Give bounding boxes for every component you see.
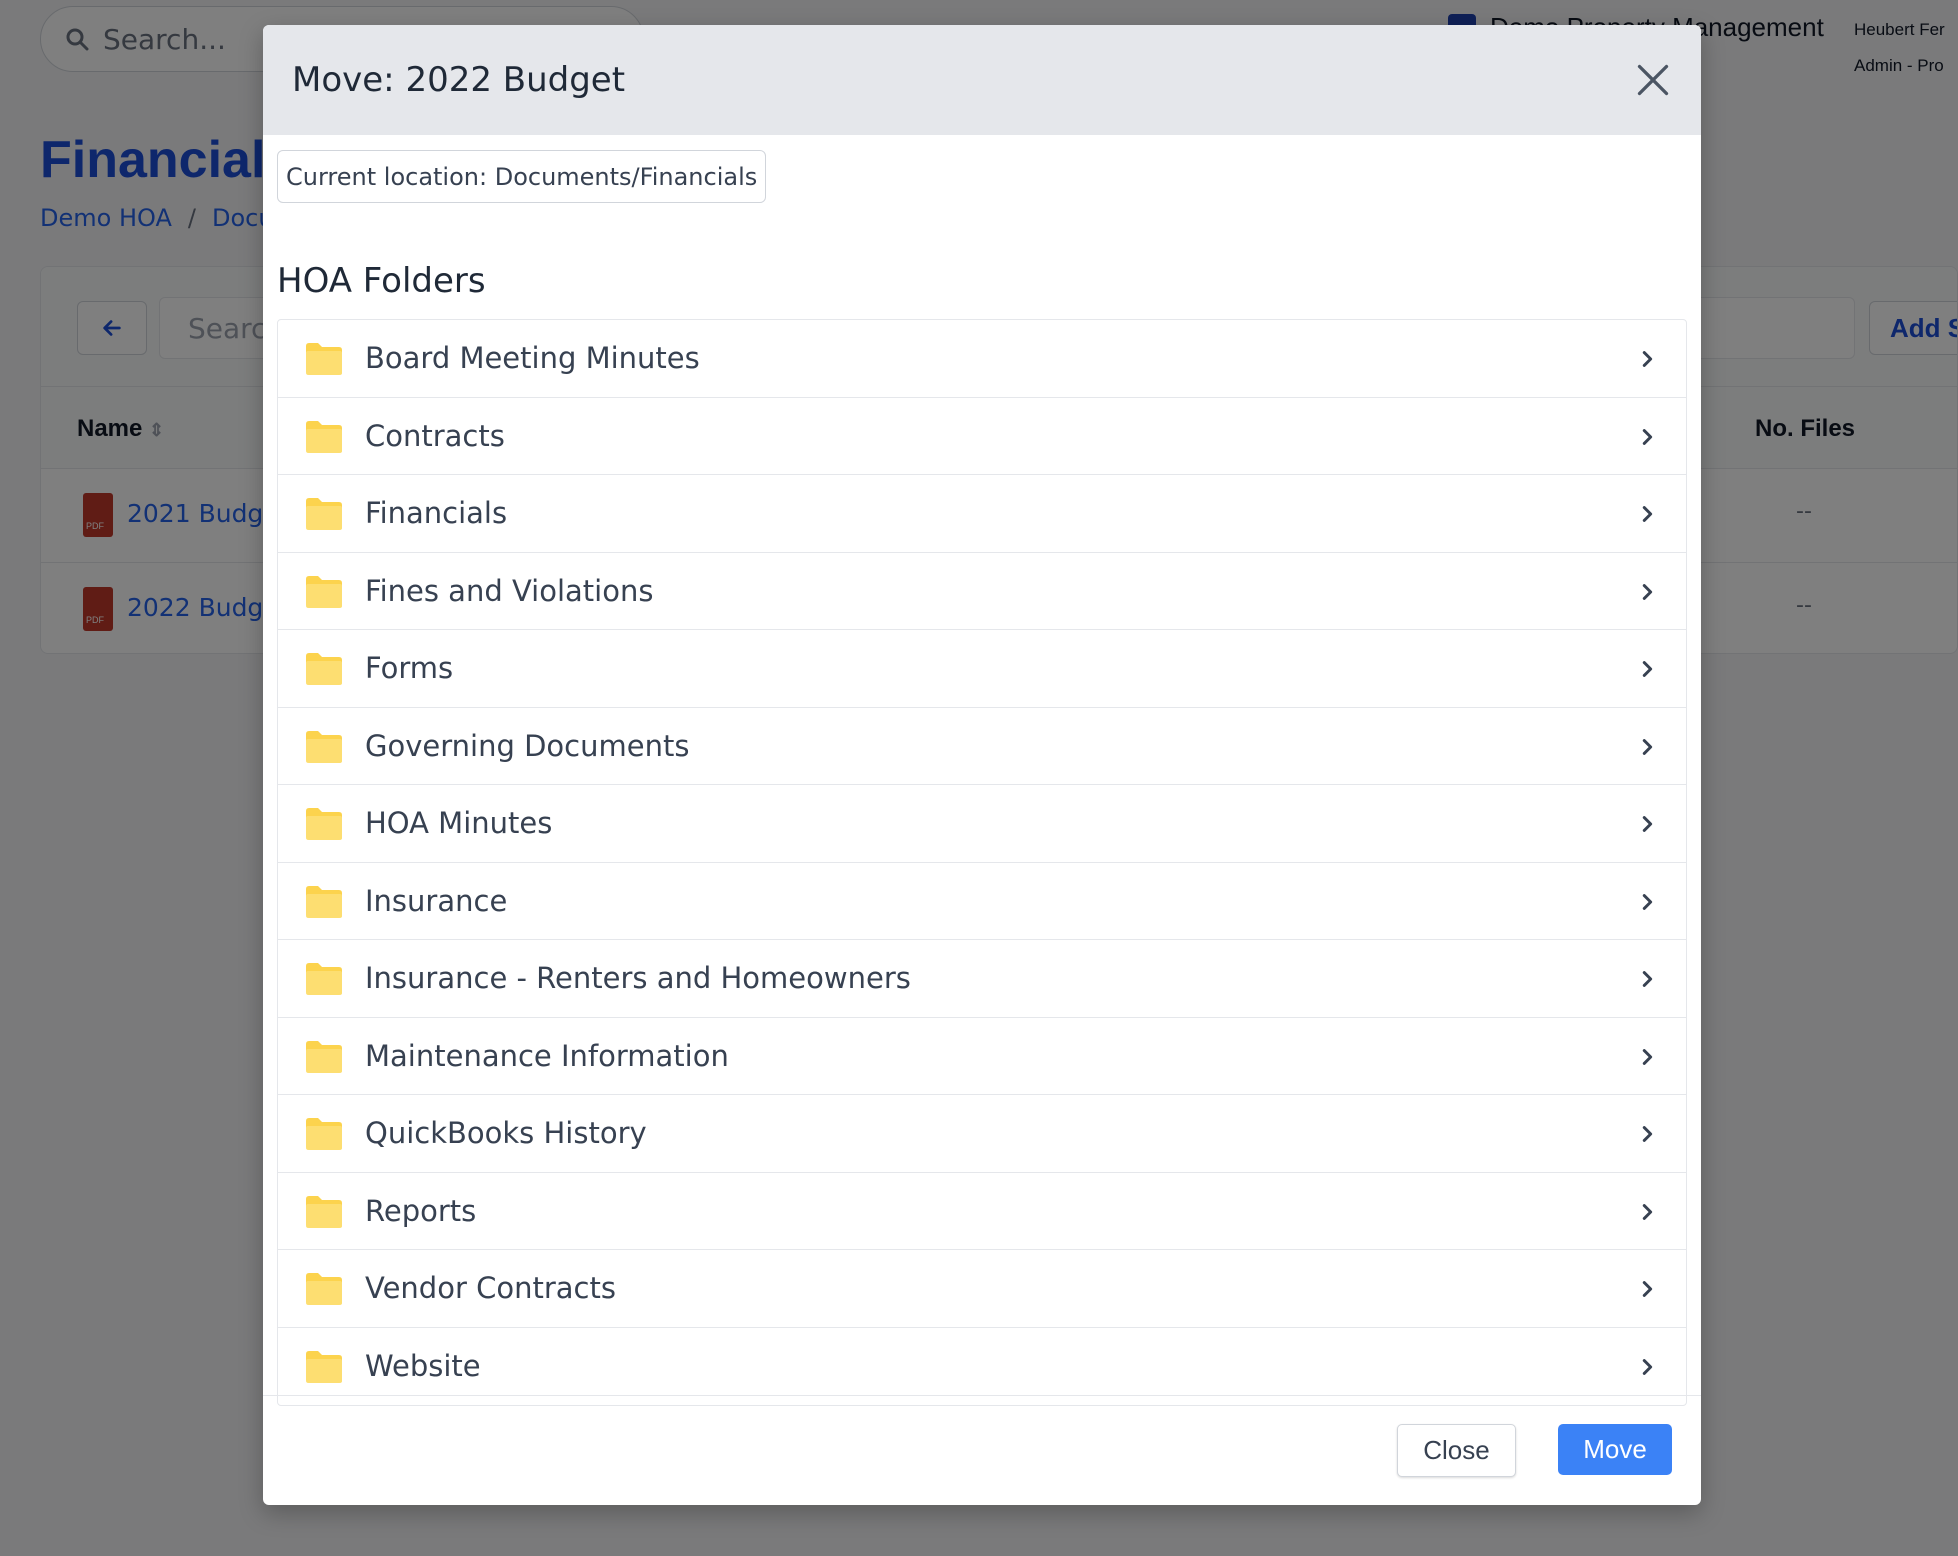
folder-icon [306, 575, 342, 608]
folder-name: QuickBooks History [365, 1116, 647, 1151]
folder-name: HOA Minutes [365, 806, 553, 841]
folder-icon [306, 1195, 342, 1228]
chevron-right-icon [1642, 661, 1653, 677]
folder-item[interactable]: Reports [278, 1173, 1686, 1250]
folder-icon [306, 420, 342, 453]
chevron-right-icon [1642, 893, 1653, 910]
folder-item[interactable]: Financials [278, 475, 1686, 553]
folder-name: Reports [365, 1193, 477, 1228]
folder-item[interactable]: Maintenance Information [278, 1018, 1686, 1095]
folder-name: Governing Documents [365, 728, 690, 763]
chevron-right-icon [1642, 971, 1653, 987]
folder-icon [306, 498, 342, 530]
folder-icon [306, 1273, 342, 1305]
move-dialog: Move: 2022 Budget Current location: Docu… [263, 25, 1701, 1505]
chevron-right-icon [1642, 506, 1653, 522]
folder-icon [306, 963, 342, 995]
folder-icon [306, 1118, 342, 1150]
folder-name: Vendor Contracts [365, 1271, 616, 1306]
modal-header: Move: 2022 Budget [263, 25, 1701, 135]
folder-icon [306, 808, 342, 840]
current-location-badge: Current location: Documents/Financials [277, 150, 767, 203]
chevron-right-icon [1642, 1281, 1653, 1297]
folder-item[interactable]: Governing Documents [278, 708, 1686, 785]
folder-name: Maintenance Information [365, 1038, 729, 1073]
chevron-right-icon [1642, 1126, 1653, 1142]
close-icon[interactable] [1629, 56, 1677, 104]
folder-icon [306, 343, 342, 375]
folder-icon [306, 1350, 342, 1383]
chevron-right-icon [1642, 1358, 1653, 1375]
folder-item[interactable]: Vendor Contracts [278, 1250, 1686, 1328]
move-button[interactable]: Move [1558, 1424, 1672, 1475]
close-button[interactable]: Close [1397, 1424, 1516, 1477]
folder-item[interactable]: Website [278, 1328, 1686, 1406]
folder-item[interactable]: Insurance - Renters and Homeowners [278, 940, 1686, 1018]
folder-name: Insurance - Renters and Homeowners [365, 961, 911, 996]
chevron-right-icon [1642, 583, 1653, 600]
folder-name: Contracts [365, 418, 505, 453]
chevron-right-icon [1642, 1048, 1653, 1065]
folder-name: Fines and Violations [365, 573, 654, 608]
folder-list: Board Meeting Minutes Contracts Financials… [277, 319, 1687, 1406]
folder-item[interactable]: Forms [278, 630, 1686, 708]
chevron-right-icon [1642, 351, 1653, 367]
folder-icon [306, 653, 342, 685]
modal-title: Move: 2022 Budget [292, 60, 626, 100]
folder-item[interactable]: QuickBooks History [278, 1095, 1686, 1173]
folder-icon [306, 885, 342, 918]
folder-name: Forms [365, 651, 454, 686]
chevron-right-icon [1642, 738, 1653, 755]
chevron-right-icon [1642, 816, 1653, 832]
folder-name: Board Meeting Minutes [365, 341, 700, 376]
folder-name: Website [365, 1349, 481, 1384]
chevron-right-icon [1642, 1203, 1653, 1220]
folder-name: Financials [365, 496, 508, 531]
folder-item[interactable]: Fines and Violations [278, 553, 1686, 630]
folder-icon [306, 730, 342, 763]
folder-name: Insurance [365, 883, 508, 918]
chevron-right-icon [1642, 428, 1653, 445]
folder-item[interactable]: HOA Minutes [278, 785, 1686, 863]
folder-icon [306, 1040, 342, 1073]
modal-footer: Close Move [263, 1395, 1701, 1505]
folder-item[interactable]: Insurance [278, 863, 1686, 940]
folder-item[interactable]: Board Meeting Minutes [278, 320, 1686, 398]
section-title: HOA Folders [277, 261, 486, 301]
folder-item[interactable]: Contracts [278, 398, 1686, 475]
